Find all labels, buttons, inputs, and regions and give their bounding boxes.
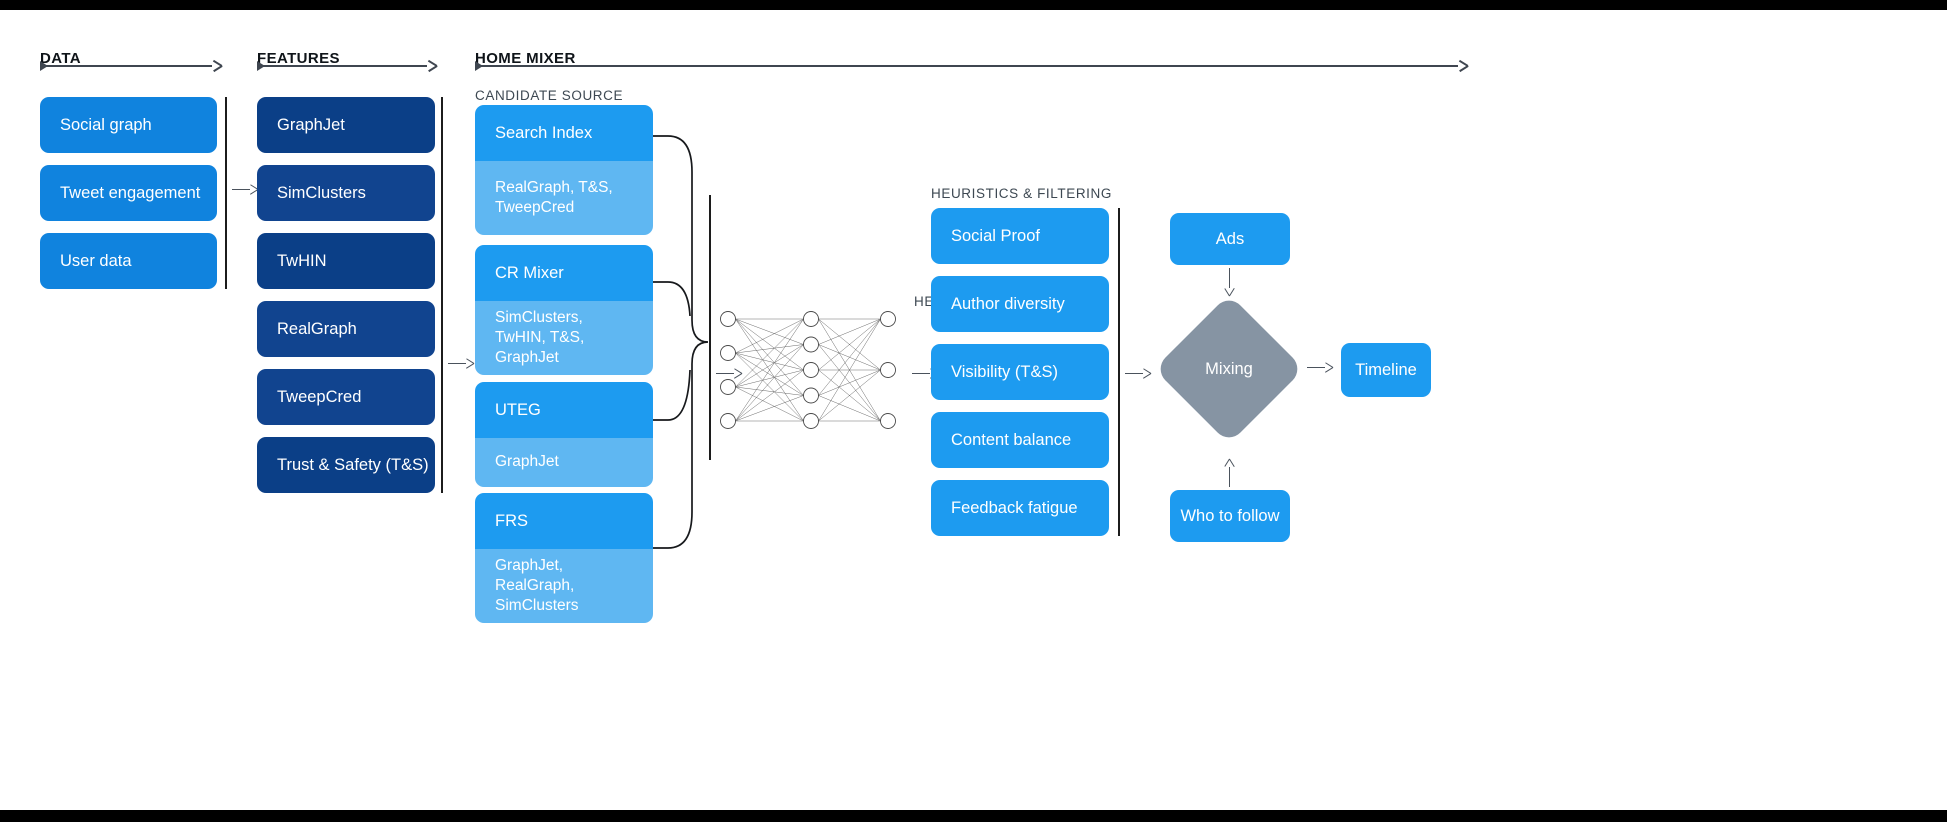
axis-arrowhead-data [211, 60, 222, 71]
candidate-source-name: UTEG [475, 382, 653, 438]
candidate-source-features: RealGraph, T&S, TweepCred [475, 161, 653, 235]
arrow-heuristics-to-mixing [1125, 368, 1151, 380]
candidate-source-features: GraphJet, RealGraph, SimClusters [475, 549, 653, 623]
divider-heuristics-mixing [1118, 208, 1120, 536]
feature-box-realgraph[interactable]: RealGraph [257, 301, 435, 357]
candidate-source-name: CR Mixer [475, 245, 653, 301]
candidate-source-search-index[interactable]: Search Index RealGraph, T&S, TweepCred [475, 105, 653, 235]
axis-line-data [46, 65, 212, 67]
candidate-source-cr-mixer[interactable]: CR Mixer SimClusters, TwHIN, T&S, GraphJ… [475, 245, 653, 375]
data-box-tweet-engagement[interactable]: Tweet engagement [40, 165, 217, 221]
mixing-input-who-to-follow[interactable]: Who to follow [1170, 490, 1290, 542]
arrow-data-to-features [232, 184, 258, 196]
feature-box-twhin[interactable]: TwHIN [257, 233, 435, 289]
heuristic-box-social-proof[interactable]: Social Proof [931, 208, 1109, 264]
axis-line-home-mixer [481, 65, 1458, 67]
subsection-title-candidate-source: CANDIDATE SOURCE [475, 88, 624, 103]
divider-data-features [225, 97, 227, 289]
arrow-who-to-follow-to-mixing [1224, 459, 1236, 487]
feature-box-trust-safety[interactable]: Trust & Safety (T&S) [257, 437, 435, 493]
feature-box-graphjet[interactable]: GraphJet [257, 97, 435, 153]
feature-box-simclusters[interactable]: SimClusters [257, 165, 435, 221]
mixing-label: Mixing [1205, 359, 1253, 378]
diagram-canvas: DATA Social graph Tweet engagement User … [0, 10, 1947, 810]
data-box-social-graph[interactable]: Social graph [40, 97, 217, 153]
axis-arrowhead-features [426, 60, 437, 71]
heuristic-box-visibility[interactable]: Visibility (T&S) [931, 344, 1109, 400]
arrow-ads-to-mixing [1224, 268, 1236, 296]
heuristic-box-author-diversity[interactable]: Author diversity [931, 276, 1109, 332]
feature-box-tweepcred[interactable]: TweepCred [257, 369, 435, 425]
mixing-input-ads[interactable]: Ads [1170, 213, 1290, 265]
divider-candidates-ranker [709, 195, 711, 460]
axis-data [40, 60, 222, 72]
candidate-source-name: FRS [475, 493, 653, 549]
candidate-source-features: SimClusters, TwHIN, T&S, GraphJet [475, 301, 653, 375]
arrow-mixing-to-timeline [1307, 362, 1333, 374]
axis-home-mixer [475, 60, 1468, 72]
heuristic-box-content-balance[interactable]: Content balance [931, 412, 1109, 468]
data-box-user-data[interactable]: User data [40, 233, 217, 289]
output-box-timeline[interactable]: Timeline [1341, 343, 1431, 397]
candidate-source-name: Search Index [475, 105, 653, 161]
section-title-heuristics: HEURISTICS & FILTERING [931, 186, 1112, 201]
candidate-source-features: GraphJet [475, 438, 653, 487]
candidate-source-uteg[interactable]: UTEG GraphJet [475, 382, 653, 487]
heuristic-box-feedback-fatigue[interactable]: Feedback fatigue [931, 480, 1109, 536]
axis-arrowhead-home-mixer [1457, 60, 1468, 71]
heavy-ranker-neural-network [720, 311, 896, 429]
arrow-features-to-candidates [448, 358, 474, 370]
axis-features [257, 60, 437, 72]
divider-features-mixer [441, 97, 443, 493]
candidate-source-frs[interactable]: FRS GraphJet, RealGraph, SimClusters [475, 493, 653, 623]
axis-line-features [263, 65, 427, 67]
